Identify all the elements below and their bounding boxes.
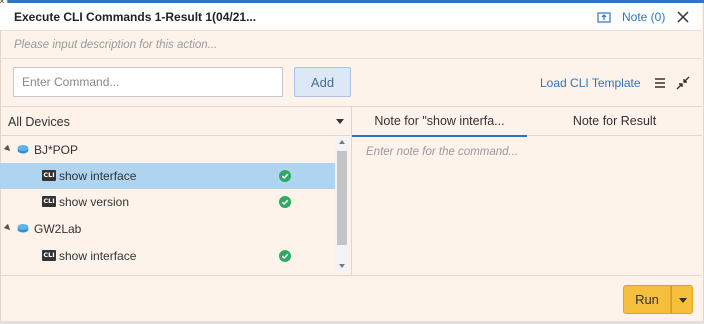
scroll-up-arrow-icon[interactable] (339, 140, 345, 144)
command-note-textarea[interactable] (352, 137, 702, 274)
router-icon (17, 224, 29, 233)
expand-triangle-icon[interactable] (3, 223, 13, 233)
device-label: BJ*POP (34, 143, 79, 157)
cli-icon: CLI (42, 170, 56, 181)
tree-command-row[interactable]: CLI show interface (0, 163, 335, 189)
run-options-dropdown[interactable] (671, 285, 693, 314)
tab-note-for-command[interactable]: Note for "show interfa... (352, 107, 527, 137)
close-icon[interactable] (676, 10, 690, 24)
success-check-icon (279, 196, 291, 208)
success-check-icon (279, 250, 291, 262)
device-command-tree: BJ*POP CLI show interface CLI show versi… (0, 137, 335, 273)
note-tabs: Note for "show interfa... Note for Resul… (352, 107, 702, 137)
description-placeholder[interactable]: Please input description for this action… (14, 39, 217, 51)
command-input[interactable] (13, 67, 283, 97)
tab-note-for-result[interactable]: Note for Result (527, 107, 702, 136)
command-label: show version (59, 195, 130, 209)
panel-title: Execute CLI Commands 1-Result 1(04/21... (14, 10, 257, 24)
menu-icon[interactable] (654, 77, 666, 89)
tree-device-row[interactable]: GW2Lab (0, 216, 335, 242)
router-icon (17, 145, 29, 154)
device-label: GW2Lab (34, 222, 82, 236)
tree-command-row[interactable]: CLI show version (0, 189, 335, 215)
note-button[interactable]: Note (0) (597, 9, 665, 25)
scroll-down-arrow-icon[interactable] (339, 264, 345, 268)
command-label: show interface (59, 169, 137, 183)
footer-divider (0, 275, 702, 276)
device-filter-value: All Devices (8, 115, 70, 129)
add-button[interactable]: Add (294, 67, 351, 97)
panel-header: Execute CLI Commands 1-Result 1(04/21...… (0, 3, 702, 31)
tree-device-row[interactable]: BJ*POP (0, 137, 335, 163)
command-label: show interface (59, 249, 137, 263)
tree-scrollbar[interactable] (335, 137, 349, 273)
load-cli-template-link[interactable]: Load CLI Template (540, 76, 641, 90)
success-check-icon (279, 170, 291, 182)
description-divider (0, 58, 702, 59)
note-count-label: Note (0) (622, 10, 666, 24)
cli-icon: CLI (42, 250, 56, 261)
device-filter-dropdown[interactable]: All Devices (0, 107, 351, 136)
run-button[interactable]: Run (623, 285, 671, 314)
scrollbar-thumb[interactable] (337, 151, 347, 245)
chevron-down-icon (336, 119, 344, 124)
tree-command-row[interactable]: CLI show interface (0, 243, 335, 269)
export-icon (597, 12, 611, 23)
expand-triangle-icon[interactable] (3, 144, 13, 154)
collapse-icon[interactable] (676, 76, 690, 90)
cli-icon: CLI (42, 196, 56, 207)
